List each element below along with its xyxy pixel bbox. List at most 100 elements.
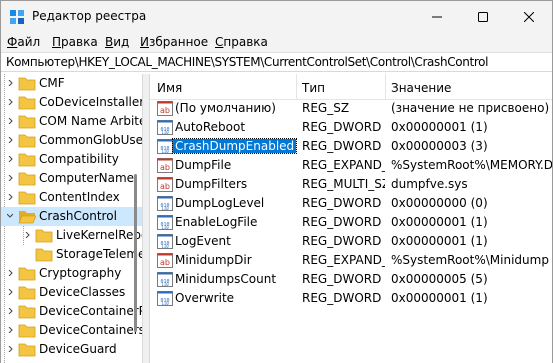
tree-item-codeviceinstallers[interactable]: CoDeviceInstallers bbox=[1, 93, 142, 112]
value-type: REG_DWORD bbox=[302, 272, 382, 286]
folder-icon bbox=[18, 343, 36, 357]
binary-value-icon: 010110 bbox=[157, 120, 173, 135]
address-bar[interactable]: Компьютер\HKEY_LOCAL_MACHINE\SYSTEM\Curr… bbox=[1, 52, 552, 72]
expand-arrow-icon[interactable] bbox=[25, 232, 31, 238]
tree-item-label: Compatibility bbox=[39, 152, 119, 166]
value-row[interactable]: ab DumpFilters REG_MULTI_SZ dumpfve.sys bbox=[150, 175, 552, 194]
tree-item-commonglobusersettings[interactable]: CommonGlobUserSettings bbox=[1, 131, 142, 150]
collapse-arrow-icon[interactable] bbox=[7, 213, 13, 219]
value-type: REG_EXPAND_SZ bbox=[302, 253, 385, 267]
tree-item-label: LiveKernelReports bbox=[56, 228, 142, 242]
value-data: 0x00000001 (1) bbox=[391, 120, 488, 134]
menu-bar: Файл Правка Вид Избранное Справка bbox=[1, 32, 552, 52]
tree-item-label: DeviceClasses bbox=[39, 285, 126, 299]
svg-text:110: 110 bbox=[161, 301, 169, 306]
value-data: 0x00000000 (0) bbox=[391, 196, 488, 210]
svg-text:ab: ab bbox=[160, 182, 170, 191]
menu-file-accel: Ф bbox=[7, 35, 18, 49]
value-type: REG_EXPAND_SZ bbox=[302, 158, 385, 172]
tree-scrollbar-thumb[interactable] bbox=[134, 174, 137, 332]
folder-icon bbox=[35, 229, 53, 243]
expand-arrow-icon[interactable] bbox=[8, 118, 14, 124]
value-data: 0x00000001 (1) bbox=[391, 291, 488, 305]
column-data-header[interactable]: Значение bbox=[391, 81, 451, 95]
value-row[interactable]: ab (По умолчанию) REG_SZ (значение не пр… bbox=[150, 99, 552, 118]
expand-arrow-icon[interactable] bbox=[8, 156, 14, 162]
list-header: Имя Тип Значение bbox=[150, 74, 552, 100]
tree-item-label: DeviceContainers bbox=[39, 323, 142, 337]
value-name: DumpLogLevel bbox=[175, 196, 265, 210]
binary-value-icon: 010110 bbox=[157, 196, 173, 211]
value-row-selected[interactable]: 010 110 CrashDumpEnabled REG_DWORD 0x0000… bbox=[150, 137, 552, 156]
expand-arrow-icon[interactable] bbox=[8, 194, 14, 200]
menu-favorites-accel: И bbox=[140, 35, 149, 49]
maximize-button[interactable] bbox=[460, 1, 506, 32]
tree-item-crashcontrol[interactable]: CrashControl bbox=[1, 207, 142, 226]
close-button[interactable] bbox=[506, 1, 552, 32]
menu-edit-accel: П bbox=[52, 35, 62, 49]
tree-item-deviceguard[interactable]: DeviceGuard bbox=[1, 340, 142, 359]
value-row[interactable]: 010 110 AutoReboot REG_DWORD 0x00000001 (… bbox=[150, 118, 552, 137]
address-path[interactable]: Компьютер\HKEY_LOCAL_MACHINE\SYSTEM\Curr… bbox=[6, 55, 488, 69]
folder-icon bbox=[18, 77, 36, 91]
menu-favorites[interactable]: Избранное bbox=[140, 35, 208, 49]
pane-splitter[interactable] bbox=[142, 74, 150, 363]
tree-item-storagetelemetry[interactable]: StorageTelemetry bbox=[1, 245, 142, 264]
tree-item-contentindex[interactable]: ContentIndex bbox=[1, 188, 142, 207]
value-row[interactable]: 010 110 DumpLogLevel REG_DWORD 0x00000000… bbox=[150, 194, 552, 213]
folder-icon bbox=[18, 324, 36, 338]
minimize-button[interactable] bbox=[414, 1, 460, 32]
column-divider[interactable] bbox=[385, 74, 386, 100]
column-divider[interactable] bbox=[296, 74, 297, 100]
value-row[interactable]: 010 110 Overwrite REG_DWORD 0x00000001 (1… bbox=[150, 289, 552, 308]
tree-item-label: CoDeviceInstallers bbox=[39, 95, 142, 109]
svg-text:110: 110 bbox=[161, 244, 169, 249]
expand-arrow-icon[interactable] bbox=[8, 346, 14, 352]
menu-edit-label: равка bbox=[61, 35, 98, 49]
expand-arrow-icon[interactable] bbox=[8, 308, 14, 314]
folder-icon bbox=[18, 191, 36, 205]
value-row[interactable]: ab MinidumpDir REG_EXPAND_SZ %SystemRoot… bbox=[150, 251, 552, 270]
column-name-header[interactable]: Имя bbox=[157, 81, 182, 95]
tree-item-cmf[interactable]: CMF bbox=[1, 74, 142, 93]
tree-item-devicecontainers[interactable]: DeviceContainers bbox=[1, 321, 142, 340]
minimize-icon bbox=[432, 16, 442, 17]
folder-icon bbox=[18, 96, 36, 110]
tree-item-devicecontainerpropertyupdateevents[interactable]: DeviceContainerPropertyUpdateEvents bbox=[1, 302, 142, 321]
tree-item-label: COM Name Arbiter bbox=[39, 114, 142, 128]
value-name: LogEvent bbox=[175, 234, 231, 248]
value-row[interactable]: 010 110 MinidumpsCount REG_DWORD 0x000000… bbox=[150, 270, 552, 289]
tree-item-compatibility[interactable]: Compatibility bbox=[1, 150, 142, 169]
key-tree[interactable]: CMF CoDeviceInstallers COM Name Arbiter … bbox=[1, 74, 142, 363]
string-value-icon: ab bbox=[157, 158, 173, 173]
expand-arrow-icon[interactable] bbox=[8, 99, 14, 105]
tree-item-deviceclasses[interactable]: DeviceClasses bbox=[1, 283, 142, 302]
svg-text:110: 110 bbox=[161, 149, 169, 154]
tree-item-livekernelreports[interactable]: LiveKernelReports bbox=[1, 226, 142, 245]
tree-item-com-name-arbiter[interactable]: COM Name Arbiter bbox=[1, 112, 142, 131]
value-row[interactable]: ab DumpFile REG_EXPAND_SZ %SystemRoot%\M… bbox=[150, 156, 552, 175]
folder-icon bbox=[18, 305, 36, 319]
open-folder-icon bbox=[18, 211, 36, 224]
expand-arrow-icon[interactable] bbox=[8, 175, 14, 181]
value-row[interactable]: 010 110 EnableLogFile REG_DWORD 0x0000000… bbox=[150, 213, 552, 232]
tree-item-computername[interactable]: ComputerName bbox=[1, 169, 142, 188]
menu-edit[interactable]: Правка bbox=[52, 35, 98, 49]
value-list[interactable]: Имя Тип Значение ab (По умолчанию) REG_S… bbox=[150, 74, 552, 363]
expand-arrow-icon[interactable] bbox=[8, 289, 14, 295]
selected-value-name[interactable]: CrashDumpEnabled bbox=[171, 138, 298, 154]
expand-arrow-icon[interactable] bbox=[8, 270, 14, 276]
menu-file[interactable]: Файл bbox=[7, 35, 40, 49]
tree-item-cryptography[interactable]: Cryptography bbox=[1, 264, 142, 283]
binary-value-icon: 010110 bbox=[157, 234, 173, 249]
value-row[interactable]: 010 110 LogEvent REG_DWORD 0x00000001 (1) bbox=[150, 232, 552, 251]
svg-text:ab: ab bbox=[160, 258, 170, 267]
menu-help[interactable]: Справка bbox=[215, 35, 268, 49]
title-bar[interactable]: Редактор реестра bbox=[1, 1, 552, 32]
expand-arrow-icon[interactable] bbox=[8, 137, 14, 143]
value-data: 0x00000001 (1) bbox=[391, 215, 488, 229]
expand-arrow-icon[interactable] bbox=[8, 327, 14, 333]
expand-arrow-icon[interactable] bbox=[8, 80, 14, 86]
column-type-header[interactable]: Тип bbox=[302, 81, 325, 95]
menu-view[interactable]: Вид bbox=[105, 35, 129, 49]
